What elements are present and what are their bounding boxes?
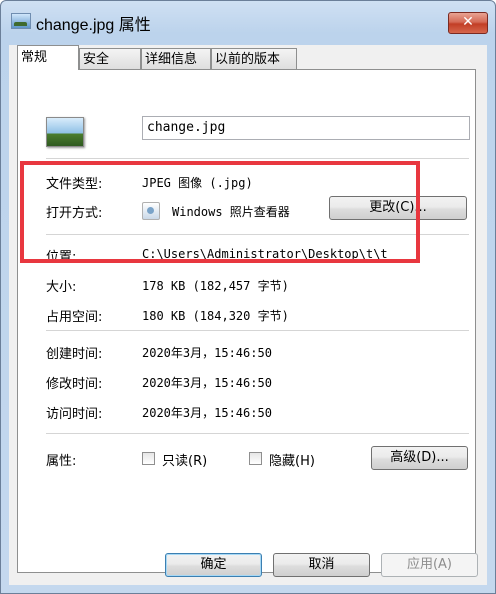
ok-button[interactable]: 确定 — [165, 553, 262, 577]
hidden-label[interactable]: 隐藏(H) — [269, 450, 315, 469]
close-button[interactable]: ✕ — [448, 12, 488, 34]
file-type-value: JPEG 图像 (.jpg) — [142, 176, 253, 190]
tab-previous-versions[interactable]: 以前的版本 — [211, 48, 297, 69]
opens-with-value: Windows 照片查看器 — [172, 205, 290, 219]
divider — [46, 234, 469, 235]
file-type-label: 文件类型: — [46, 177, 103, 192]
apply-button[interactable]: 应用(A) — [381, 553, 478, 577]
general-tab-page: change.jpg 文件类型: JPEG 图像 (.jpg) 打开方式: Wi… — [17, 69, 476, 573]
size-label: 大小: — [46, 280, 77, 295]
location-label: 位置: — [46, 250, 77, 265]
change-button[interactable]: 更改(C)... — [329, 196, 467, 220]
size-on-disk-label: 占用空间: — [46, 310, 103, 325]
modified-value: 2020年3月，15:46:50 — [142, 376, 272, 390]
readonly-checkbox[interactable] — [142, 452, 155, 465]
attributes-label: 属性: — [46, 454, 77, 469]
title-bar[interactable]: change.jpg 属性 ✕ — [1, 1, 495, 39]
divider — [46, 433, 469, 434]
modified-label: 修改时间: — [46, 377, 103, 392]
divider — [46, 158, 469, 159]
tab-security[interactable]: 安全 — [79, 48, 141, 69]
file-name-field[interactable]: change.jpg — [142, 116, 470, 140]
dialog-body: 常规 安全 详细信息 以前的版本 change.jpg 文件类型: JPEG 图… — [9, 45, 487, 585]
created-value: 2020年3月，15:46:50 — [142, 346, 272, 360]
image-file-icon — [11, 13, 31, 29]
location-value: C:\Users\Administrator\Desktop\t\t — [142, 247, 388, 261]
accessed-label: 访问时间: — [46, 407, 103, 422]
opens-with-label: 打开方式: — [46, 206, 103, 221]
window-title: change.jpg 属性 — [36, 17, 151, 34]
cancel-button[interactable]: 取消 — [273, 553, 370, 577]
tab-general[interactable]: 常规 — [17, 45, 79, 70]
photo-viewer-icon — [142, 202, 160, 220]
divider — [46, 330, 469, 331]
properties-dialog: change.jpg 属性 ✕ 常规 安全 详细信息 以前的版本 change.… — [0, 0, 496, 594]
size-on-disk-value: 180 KB (184,320 字节) — [142, 309, 289, 323]
size-value: 178 KB (182,457 字节) — [142, 279, 289, 293]
advanced-button[interactable]: 高级(D)... — [371, 446, 468, 470]
hidden-checkbox[interactable] — [249, 452, 262, 465]
created-label: 创建时间: — [46, 347, 103, 362]
jpg-thumbnail-icon — [46, 117, 84, 147]
accessed-value: 2020年3月，15:46:50 — [142, 406, 272, 420]
readonly-label[interactable]: 只读(R) — [162, 450, 207, 469]
tab-details[interactable]: 详细信息 — [141, 48, 211, 69]
